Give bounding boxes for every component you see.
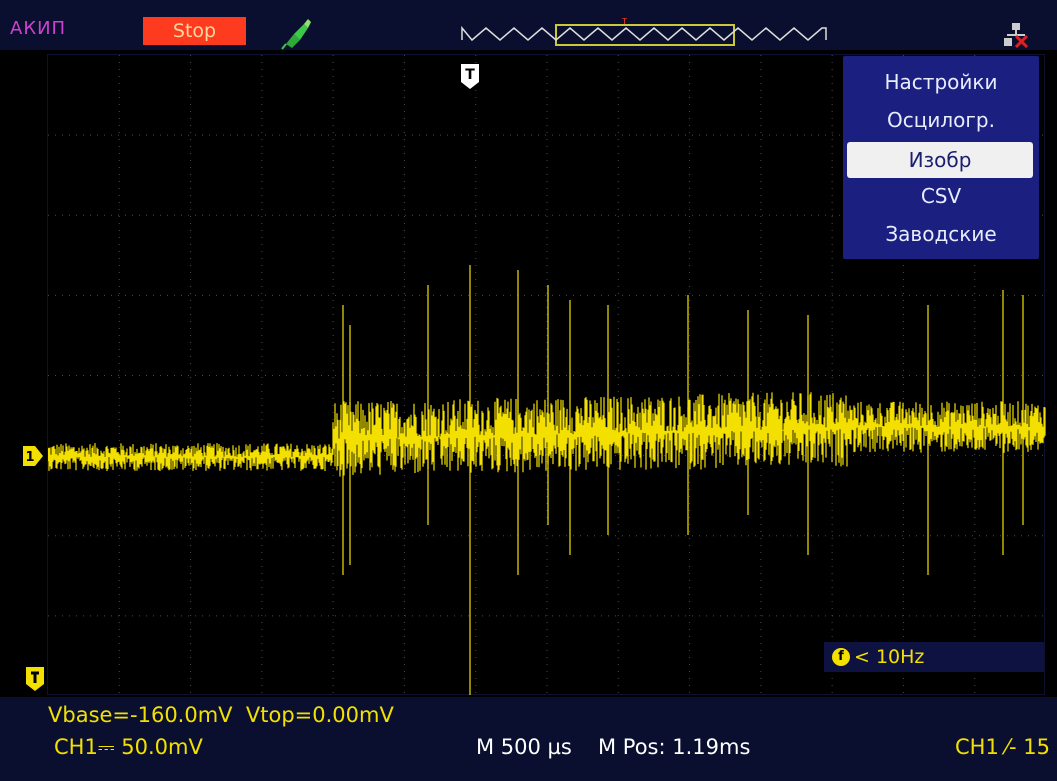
menu-item-oscillogram[interactable]: Осцилогр. (843, 102, 1039, 138)
trigger-level-marker[interactable] (25, 666, 45, 692)
frequency-icon: f (832, 648, 850, 666)
horizontal-position[interactable]: M Pos: 1.19ms (598, 735, 750, 759)
brand-label: АКИП (10, 18, 67, 39)
menu-item-settings[interactable]: Настройки (843, 64, 1039, 100)
trigger-info[interactable]: CH1 ⁄- 15 (955, 735, 1050, 759)
frequency-readout: f < 10Hz (824, 642, 1044, 672)
menu-item-image[interactable]: Изобр (847, 142, 1033, 178)
channel-1-marker[interactable]: 1 (22, 444, 44, 468)
measurement-readout: Vbase=-160.0mV Vtop=0.00mV (48, 703, 394, 727)
frequency-value: < 10Hz (854, 646, 925, 668)
channel-scale[interactable]: CH1⎓ 50.0mV (54, 735, 203, 760)
svg-text:T: T (465, 67, 475, 83)
top-status-bar: АКИП Stop T (0, 0, 1057, 50)
network-icon (1004, 23, 1029, 48)
menu-item-factory[interactable]: Заводские (843, 216, 1039, 252)
probe-icon (281, 19, 311, 50)
menu-item-csv[interactable]: CSV (843, 178, 1039, 214)
trigger-position-marker[interactable]: T (459, 62, 481, 90)
svg-text:1: 1 (25, 450, 34, 465)
timebase[interactable]: M 500 µs (476, 735, 572, 759)
save-menu: Настройки Осцилогр. Изобр CSV Заводские (843, 56, 1039, 259)
run-stop-button[interactable]: Stop (143, 17, 246, 45)
memory-position-bar[interactable]: T (458, 18, 838, 48)
ch1-trace (48, 392, 1046, 477)
